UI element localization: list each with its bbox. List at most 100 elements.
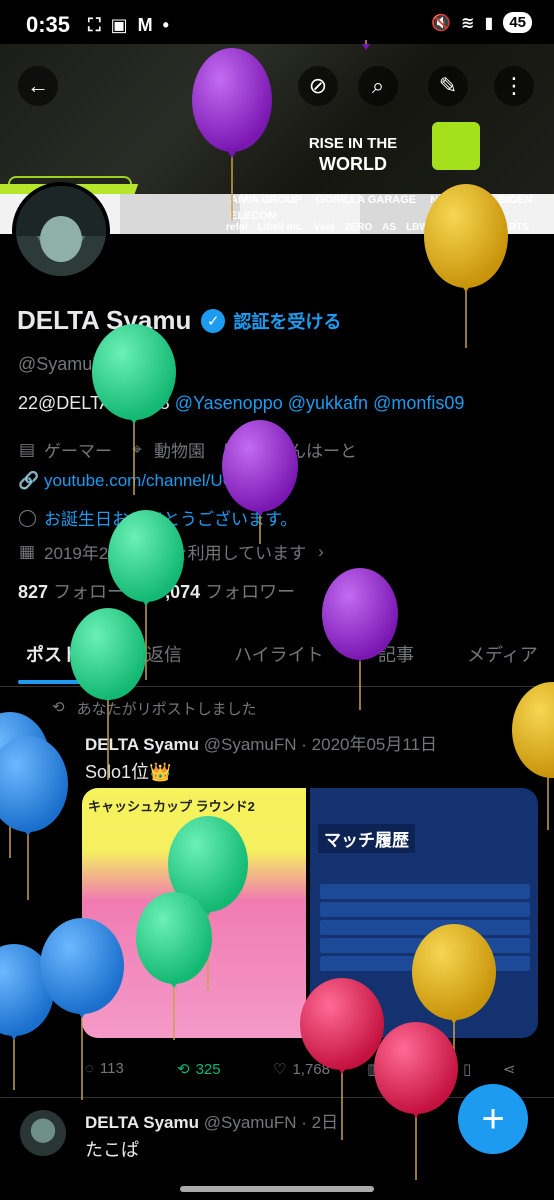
banner-logo [432,122,480,170]
reply-button[interactable]: ◌ 113 [85,1060,124,1077]
avatar[interactable] [12,182,110,280]
profile-name-row: DELTA Syamu ✓ 認証を受ける [17,305,341,336]
balloon [0,736,68,900]
active-tab-indicator [18,680,88,684]
sponsor: Vaid [313,222,335,233]
following-count: 827 [18,582,49,602]
sponsor: AIWA GROUP [230,194,302,206]
get-verified-link[interactable]: 認証を受ける [233,308,341,334]
tweet-media[interactable]: キャッシュカップ ラウンド2 マッチ履歴 [82,788,538,1038]
sponsor: ZERO [344,222,373,233]
repost-icon: ⟲ [177,1061,190,1078]
location-icon: ⌖ [132,439,142,459]
link-icon: 🔗 [18,471,40,490]
tweet-author-name: DELTA Syamu [85,735,199,754]
avatar[interactable] [20,1110,66,1156]
more-button[interactable]: ⋮ [494,66,534,106]
like-button[interactable]: ♡ 1,768 [273,1060,330,1079]
sponsor: GORILLA GARAGE [315,194,417,206]
views-icon: ▥ [367,1061,382,1078]
tab-highlights[interactable]: ハイライト [234,641,324,667]
tweet-handle-date: @SyamuFN · 2020年05月11日 [203,735,438,754]
media-caption: キャッシュカップ ラウンド2 [88,799,255,814]
tweet-header[interactable]: DELTA Syamu @SyamuFN · 2日 [85,1108,338,1133]
balloon-icon: ◯ [18,507,38,527]
profile-category: ゲーマー [44,442,112,461]
profile-joined-row[interactable]: ▦ 2019年2月からXを利用しています › [18,539,324,564]
profile-handle: @SyamuFN [18,354,117,374]
home-gesture-pill[interactable] [180,1186,374,1192]
signal-icon: ▮ [484,14,494,32]
repost-icon: ⟲ [52,699,65,716]
bookmark-button[interactable]: ▯ [463,1060,471,1078]
tab-replies[interactable]: 返信 [146,641,182,667]
banner-slogan-line2: WORLD [319,154,387,174]
sponsor-list: refol Libell Inc. Vaid ZERO AS LBWK DIGI… [226,222,551,233]
search-button[interactable]: ⌕ [358,66,398,106]
tweet-author-name: DELTA Syamu [85,1113,199,1132]
balloon [0,712,50,858]
tab-posts[interactable]: ポスト [26,641,80,667]
grok-icon: ⊘ [308,73,328,98]
more-vertical-icon: ⋮ [503,73,525,98]
tweet-header[interactable]: DELTA Syamu @SyamuFN · 2020年05月11日 [85,730,437,755]
compose-post-button[interactable]: + [458,1084,528,1154]
sponsor: NEXTMAP [430,194,484,206]
views-button[interactable]: ▥ [367,1060,381,1078]
sponsor: refol [226,222,248,233]
edit-icon: ✎ [438,73,458,98]
gmail-icon: M [137,14,153,35]
verified-badge-icon[interactable]: ✓ [201,308,226,333]
bio-mention-link[interactable]: @monfis09 [373,393,464,413]
following-link[interactable]: 827 フォロー [18,582,125,602]
balloon [0,944,54,1090]
repost-button[interactable]: ⟲ 325 [177,1060,221,1079]
share-button[interactable]: ⋖ [503,1060,516,1078]
profile-bio: 22@DELTAGG058 @Yasenoppo @yukkafn @monfi… [18,393,464,414]
reply-icon: ◌ [85,1060,94,1077]
sponsor: ELECOM [230,210,278,222]
dot-icon: • [162,14,169,35]
arrow-left-icon: ← [27,73,49,98]
repost-label: あなたがリポストしました [76,701,257,718]
profile-name: DELTA Syamu [17,305,192,335]
sponsor: LBWK [406,222,437,233]
screenshot-icon: ⛶ [88,14,101,35]
profile-website-link[interactable]: youtube.com/channel/UC7uWE... [44,471,295,491]
edit-profile-button[interactable]: ✎ [428,66,468,106]
plus-icon: + [481,1096,505,1141]
sponsor: DIGITAL HEARTS [446,222,530,233]
profile-birthday-row: ◯ お誕生日おめでとうございます。 [18,505,297,530]
sponsor-list: AIWA GROUP GORILLA GARAGE NEXTMAP BIDEN … [230,194,550,222]
wifi-icon: ≋ [461,14,475,32]
share-icon: ⋖ [503,1061,516,1078]
system-nav-bar [0,1180,554,1200]
profile-location-extra: りょっくんはーと [221,442,357,461]
bio-mention-link[interactable]: @Yasenoppo [175,393,283,413]
clock: 0:35 [26,12,71,37]
banner-slogan-line1: RISE IN THE [308,135,398,152]
balloon [374,1022,458,1180]
bookmark-icon: ▯ [463,1061,472,1078]
bio-mention-link[interactable]: @yukkafn [288,393,368,413]
battery-indicator: 45 [503,12,532,33]
search-icon: ⌕ [371,73,385,98]
media-image[interactable]: キャッシュカップ ラウンド2 [82,788,306,1038]
media-image[interactable]: マッチ履歴 [310,788,538,1038]
grok-button[interactable]: ⊘ [298,66,338,106]
status-bar: 0:35 ⛶ ▣ M • 🔇 ≋ ▮ 45 [0,0,554,50]
followers-link[interactable]: 10,074 フォロワー [145,582,295,602]
profile-tabs: ポスト 返信 ハイライト 記事 メディア [0,636,554,687]
tab-articles[interactable]: 記事 [378,641,414,667]
twitch-icon: ▣ [110,14,128,35]
profile-meta-row: ▤ ゲーマー ⌖ 動物園 りょっくんはーと [18,437,357,462]
mute-icon: 🔇 [431,14,452,32]
tweet-handle-date: @SyamuFN · 2日 [203,1113,339,1132]
followers-count: 10,074 [145,582,201,602]
profile-birthday[interactable]: お誕生日おめでとうございます。 [44,505,297,530]
tab-media[interactable]: メディア [467,641,538,667]
heart-icon: ♡ [273,1061,287,1078]
profile-location: 動物園 [154,442,205,461]
sponsor: Libell Inc. [257,222,304,233]
back-button[interactable]: ← [18,66,58,106]
